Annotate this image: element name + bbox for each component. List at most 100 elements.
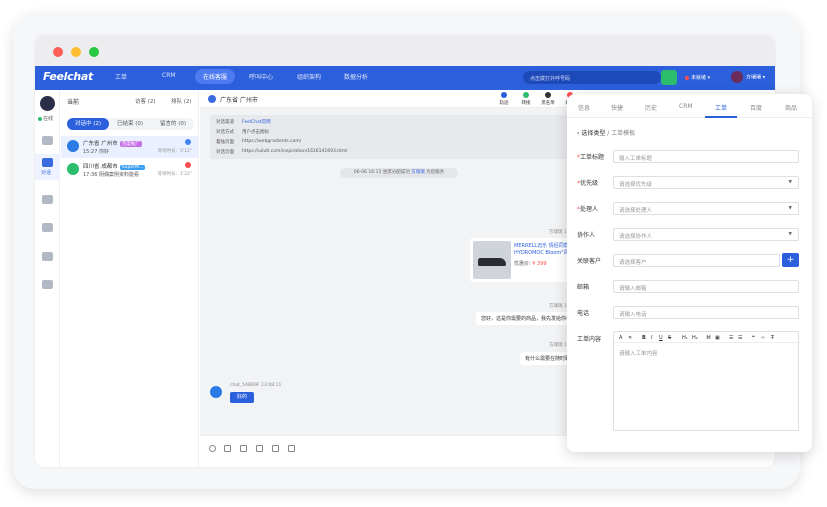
content-editor[interactable]: A ✕ B I U S H₁ H₂ ⌘ ▣ ☰ ☰ ❝ ‹› T̶ 请输入工单内… [613, 331, 800, 431]
tab-baidu[interactable]: 百度 [750, 103, 762, 112]
link-icon[interactable]: ⌘ [706, 335, 711, 341]
collaborator-placeholder: 请选择协作人 [619, 234, 653, 240]
queue-count[interactable]: 排队 (2) [171, 97, 192, 105]
email-field[interactable]: 请输入邮箱 [613, 280, 799, 293]
user-menu[interactable]: 方瑞瑞 ▾ [731, 71, 765, 83]
nav-organization[interactable]: 组织架构 [297, 72, 321, 81]
visitor-message: 好的 [230, 392, 254, 403]
list-item[interactable]: 广东省 广州市 百度推广 15:27 你好 等待时长：0'12" [61, 136, 198, 158]
agent-status-dropdown[interactable]: 未就绪 ▾ [685, 74, 710, 81]
list-title: 当前 [67, 99, 80, 106]
font-size-icon[interactable]: A [619, 335, 622, 341]
ticket-title-input[interactable]: 输入工单标题 [613, 150, 799, 163]
active-tab-indicator [705, 116, 737, 118]
quote-icon[interactable]: ❝ [752, 335, 755, 341]
print-icon[interactable] [288, 445, 295, 452]
tab-ticket[interactable]: 工单 [715, 103, 727, 112]
sender-name: chat_5ABB9F [230, 383, 260, 388]
field-label-content: 工单内容 [577, 336, 602, 343]
agent-status-label: 未就绪 [691, 75, 707, 81]
chevron-down-icon: ▼ [788, 180, 792, 185]
collaborator-select[interactable]: 请选择协作人 ▼ [613, 228, 799, 241]
agent-avatar[interactable] [40, 96, 55, 111]
field-label-assignee: *处理人 [577, 206, 599, 213]
clear-format-icon[interactable]: ✕ [628, 335, 632, 341]
online-status: 在线 [38, 115, 53, 122]
online-dot-icon [38, 116, 42, 121]
phone-icon[interactable] [661, 70, 677, 85]
ordered-list-icon[interactable]: ☰ [729, 335, 733, 341]
image-icon[interactable] [224, 445, 231, 452]
folder-icon[interactable] [240, 445, 247, 452]
title-bar [35, 35, 775, 66]
chat-header: 广东省 广州市 轨迹 转接 黑名单 结束 [200, 90, 610, 108]
chat-input-toolbar [200, 435, 610, 467]
crumb-type[interactable]: 选择类型 [581, 130, 605, 137]
priority-select[interactable]: 请选择优先级 ▼ [613, 176, 799, 189]
star-icon[interactable] [256, 445, 263, 452]
customer-select[interactable]: 请选择客户 [613, 254, 780, 267]
chevron-down-icon: ▼ [788, 206, 792, 211]
underline-icon[interactable]: U [659, 335, 663, 341]
transfer-button[interactable]: 转接 [514, 92, 538, 106]
field-label-email: 邮箱 [577, 284, 590, 291]
left-sidebar: 在线 对话 [35, 90, 60, 467]
track-button[interactable]: 轨迹 [492, 92, 516, 106]
minimize-window-button[interactable] [71, 47, 81, 57]
heading2-icon[interactable]: H₂ [692, 335, 698, 341]
assignee-select[interactable]: 请选择处理人 ▼ [613, 202, 799, 215]
info-value[interactable]: https://uilutl.com/inspiration/161614169… [242, 149, 348, 154]
tab-history[interactable]: 历史 [645, 103, 657, 112]
eye-icon[interactable] [42, 195, 53, 204]
heading1-icon[interactable]: H₁ [682, 335, 688, 341]
chat-area: 广东省 广州市 轨迹 转接 黑名单 结束 对话渠道 FeelChat官网 对话方式… [200, 90, 610, 467]
tab-info[interactable]: 信息 [578, 103, 590, 112]
blacklist-button[interactable]: 黑名单 [536, 92, 560, 106]
visitor-location: 四川省 成都市 [83, 164, 118, 170]
add-customer-button[interactable]: + [782, 253, 799, 267]
info-value[interactable]: https://webgradients.com/ [242, 139, 301, 144]
note-icon[interactable] [272, 445, 279, 452]
last-time: 15:27 [83, 149, 98, 155]
assignee-placeholder: 请选择处理人 [619, 208, 653, 214]
nav-analytics[interactable]: 数据分析 [344, 72, 368, 81]
online-label: 在线 [43, 116, 54, 122]
field-label-priority: *优先级 [577, 180, 599, 187]
transfer-label: 转接 [521, 101, 531, 106]
sidebar-item-chat[interactable]: 对话 [35, 154, 60, 180]
conversation-list: 当前 访客 (2) 排队 (2) 对话中 (2) 已结束 (0) 留言的 (0)… [61, 90, 199, 467]
nav-online-service[interactable]: 在线客服 [195, 69, 236, 84]
clock-icon[interactable] [42, 223, 53, 232]
contact-card-icon[interactable] [42, 252, 53, 261]
tab-quick[interactable]: 快捷 [611, 103, 623, 112]
maximize-window-button[interactable] [89, 47, 99, 57]
code-icon[interactable]: ‹› [761, 335, 765, 341]
nav-crm[interactable]: CRM [162, 72, 176, 79]
crumb-template: / 工单模板 [607, 130, 636, 137]
tab-ended-chats[interactable]: 已结束 (0) [110, 118, 150, 130]
info-key: 对话页面 [216, 150, 234, 155]
home-icon[interactable] [42, 136, 53, 145]
tab-crm[interactable]: CRM [679, 103, 693, 110]
nav-call-center[interactable]: 呼叫中心 [249, 72, 273, 81]
clear-icon[interactable]: T̶ [771, 335, 774, 341]
visitor-count[interactable]: 访客 (2) [135, 97, 156, 105]
info-value[interactable]: FeelChat官网 [242, 119, 271, 125]
dial-search-input[interactable]: 点击拨打外呼号码 [523, 71, 661, 84]
tab-active-chats[interactable]: 对话中 (2) [67, 118, 109, 130]
italic-icon[interactable]: I [651, 335, 652, 341]
image-icon[interactable]: ▣ [715, 335, 720, 341]
list-item[interactable]: 四川省 成都市 SuperM... 17:36 阴偶案例资料能看 等待时长：1'2… [61, 159, 198, 181]
chart-icon[interactable] [42, 280, 53, 289]
nav-ticket[interactable]: 工单 [115, 72, 127, 81]
emoji-icon[interactable] [209, 445, 216, 452]
bold-icon[interactable]: B [642, 335, 646, 341]
priority-placeholder: 请选择优先级 [619, 182, 653, 188]
close-window-button[interactable] [53, 47, 63, 57]
bullet-list-icon[interactable]: ☰ [738, 335, 742, 341]
tab-messages[interactable]: 留言的 (0) [152, 118, 194, 130]
tab-products[interactable]: 商品 [785, 103, 797, 112]
phone-field[interactable]: 请输入电话 [613, 306, 799, 319]
strikethrough-icon[interactable]: S [668, 335, 671, 341]
field-label-customer: 关联客户 [577, 258, 602, 265]
